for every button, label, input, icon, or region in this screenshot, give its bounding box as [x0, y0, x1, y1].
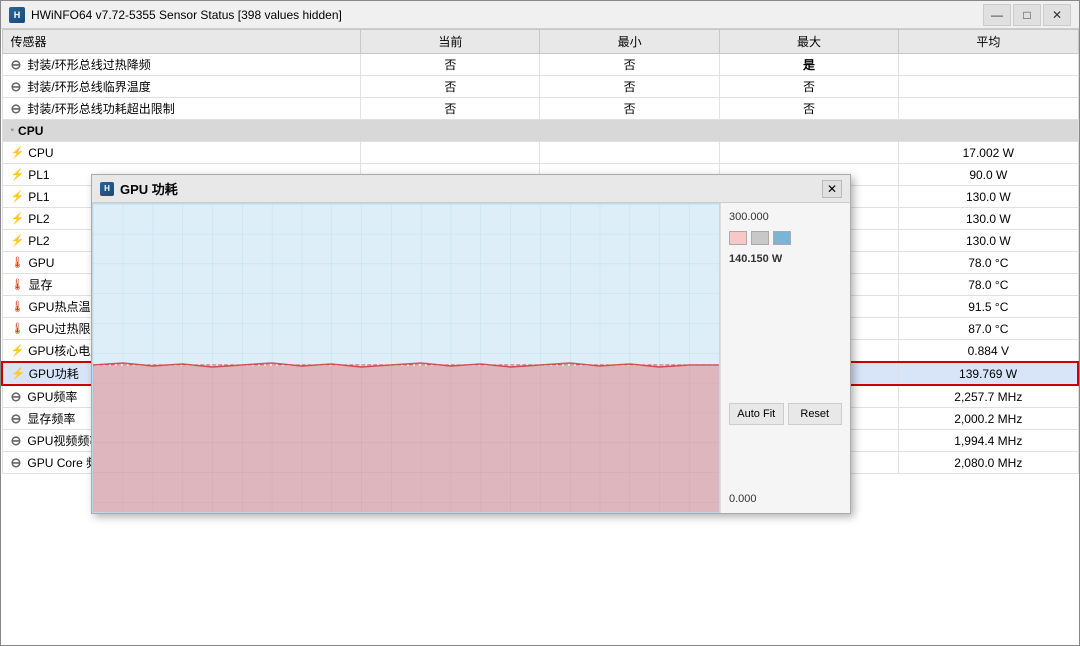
gpu-power-popup: H GPU 功耗 ✕ [91, 174, 851, 514]
popup-close-button[interactable]: ✕ [822, 180, 842, 198]
main-window: H HWiNFO64 v7.72-5355 Sensor Status [398… [0, 0, 1080, 646]
avg-val: 130.0 W [899, 186, 1078, 208]
lightning-icon: ⚡ [11, 146, 25, 159]
current-val: 否 [361, 98, 540, 120]
popup-title-bar: H GPU 功耗 ✕ [92, 175, 850, 203]
avg-val: 91.5 °C [899, 296, 1078, 318]
current-val: 否 [361, 54, 540, 76]
minus-icon: ⊖ [11, 57, 22, 73]
title-bar: H HWiNFO64 v7.72-5355 Sensor Status [398… [1, 1, 1079, 29]
minus-icon: ⊖ [11, 101, 22, 117]
table-row: ⊖ 封装/环形总线临界温度 否 否 否 [2, 76, 1078, 98]
window-title: HWiNFO64 v7.72-5355 Sensor Status [398 v… [31, 8, 977, 22]
max-val: 否 [719, 76, 898, 98]
temp-icon: 🌡 [11, 278, 25, 291]
avg-val: 17.002 W [899, 142, 1078, 164]
avg-val: 2,080.0 MHz [899, 452, 1078, 474]
content-area: 传感器 当前 最小 最大 平均 ⊖ 封装/环形总线过热降频 否 [1, 29, 1079, 645]
min-val: 否 [540, 98, 719, 120]
col-min: 最小 [540, 30, 719, 54]
avg-val: 78.0 °C [899, 252, 1078, 274]
swatch-pink[interactable] [729, 231, 747, 245]
lightning-icon: ⚡ [11, 190, 25, 203]
avg-val: 2,257.7 MHz [899, 385, 1078, 408]
window-controls: — □ ✕ [983, 4, 1071, 26]
table-row: ⊖ 封装/环形总线过热降频 否 否 是 [2, 54, 1078, 76]
min-val: 否 [540, 76, 719, 98]
auto-fit-button[interactable]: Auto Fit [729, 403, 784, 425]
table-row: ⊖ 封装/环形总线功耗超出限制 否 否 否 [2, 98, 1078, 120]
col-avg: 平均 [899, 30, 1078, 54]
maximize-button[interactable]: □ [1013, 4, 1041, 26]
y-max-label: 300.000 [729, 211, 842, 223]
avg-val: 130.0 W [899, 230, 1078, 252]
avg-val: 1,994.4 MHz [899, 430, 1078, 452]
avg-val: 139.769 W [899, 362, 1078, 385]
avg-val: 0.884 V [899, 340, 1078, 363]
avg-val: 130.0 W [899, 208, 1078, 230]
col-sensor: 传感器 [2, 30, 361, 54]
lightning-icon: ⚡ [11, 212, 25, 225]
lightning-icon: ⚡ [11, 234, 25, 247]
close-button[interactable]: ✕ [1043, 4, 1071, 26]
chart-area [92, 203, 720, 513]
max-val: 否 [719, 98, 898, 120]
popup-body: 300.000 140.150 W Auto Fit Reset 0.000 [92, 203, 850, 513]
avg-val: 2,000.2 MHz [899, 408, 1078, 430]
minus-icon: ⊖ [11, 433, 22, 449]
minus-icon: ⊖ [11, 389, 22, 405]
current-val: 否 [361, 76, 540, 98]
popup-right-panel: 300.000 140.150 W Auto Fit Reset 0.000 [720, 203, 850, 513]
temp-icon: 🌡 [11, 322, 25, 335]
avg-val [899, 76, 1078, 98]
max-val [719, 142, 898, 164]
avg-val: 87.0 °C [899, 318, 1078, 340]
table-header-row: 传感器 当前 最小 最大 平均 [2, 30, 1078, 54]
sensor-name: ⚡ CPU [2, 142, 361, 164]
minus-icon: ⊖ [11, 79, 22, 95]
color-swatches [729, 231, 842, 245]
y-zero-label: 0.000 [729, 493, 842, 505]
avg-val: 78.0 °C [899, 274, 1078, 296]
col-current: 当前 [361, 30, 540, 54]
cpu-icon: ▪ [11, 125, 15, 136]
sensor-name: ⊖ 封装/环形总线功耗超出限制 [2, 98, 361, 120]
max-val: 是 [719, 54, 898, 76]
sensor-name: ⊖ 封装/环形总线临界温度 [2, 76, 361, 98]
min-val [540, 142, 719, 164]
temp-icon: 🌡 [11, 256, 25, 269]
current-val [361, 142, 540, 164]
popup-icon: H [100, 182, 114, 196]
reset-button[interactable]: Reset [788, 403, 843, 425]
swatch-gray[interactable] [751, 231, 769, 245]
lightning-icon: ⚡ [11, 168, 25, 181]
sensor-name: ⊖ 封装/环形总线过热降频 [2, 54, 361, 76]
swatch-blue[interactable] [773, 231, 791, 245]
avg-val [899, 98, 1078, 120]
minus-icon: ⊖ [11, 455, 22, 471]
table-row: ⚡ CPU 17.002 W [2, 142, 1078, 164]
section-label: ▪ CPU [2, 120, 1078, 142]
lightning-icon: ⚡ [11, 367, 25, 380]
col-max: 最大 [719, 30, 898, 54]
avg-val [899, 54, 1078, 76]
minus-icon: ⊖ [11, 411, 22, 427]
popup-title: GPU 功耗 [120, 179, 816, 198]
section-header-cpu: ▪ CPU [2, 120, 1078, 142]
minimize-button[interactable]: — [983, 4, 1011, 26]
lightning-icon: ⚡ [11, 344, 25, 357]
y-mid-label: 140.150 W [729, 253, 842, 265]
avg-val: 90.0 W [899, 164, 1078, 186]
temp-icon: 🌡 [11, 300, 25, 313]
min-val: 否 [540, 54, 719, 76]
popup-action-buttons: Auto Fit Reset [729, 403, 842, 425]
app-icon: H [9, 7, 25, 23]
chart-svg [93, 204, 719, 512]
